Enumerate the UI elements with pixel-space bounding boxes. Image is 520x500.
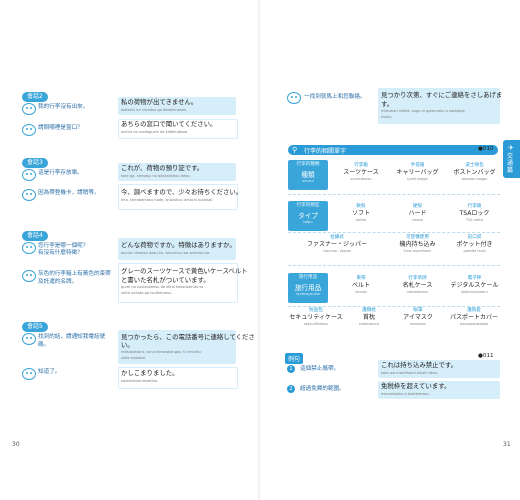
dialog-5-label: 會話5 <box>22 322 48 332</box>
vocab-cell: 硬殼 ハード haado <box>408 204 427 222</box>
airplane-icon: ✈ <box>508 144 514 152</box>
speaker-face-icon <box>22 103 36 115</box>
divider <box>288 232 500 233</box>
dialog-3-label: 會話3 <box>22 158 48 168</box>
speaker-face-icon <box>22 333 36 345</box>
dialog-3-q1: 這是行李存放單。 <box>38 170 83 176</box>
vocab-cell: 拉鍊式 ファスナー・ジッパー fasunaa・jippaa <box>306 235 367 253</box>
vocab-cell: 眼罩 アイマスク aimasuku <box>403 308 433 326</box>
dialog-5-a1-jp: 見つかったら、この電話番号に連絡してくださ <box>121 333 255 341</box>
top-a-jp: 見つかり次第、すぐにご連絡をさしあげま <box>381 91 503 99</box>
dialog-3-q2: 因為帶登機卡，請稍等。 <box>38 190 100 196</box>
cat-rom: ryokouyouhin <box>295 292 321 296</box>
divider <box>288 265 500 266</box>
cat-jp: 旅行用品 <box>294 284 322 292</box>
vocab-cell: 護照套 パスポートカバー pasupootokabaa <box>449 308 498 326</box>
dialog-4-a2-jp2: と書いた名札がついています。 <box>121 276 210 284</box>
cat-rom: taipu <box>303 220 313 224</box>
dialog-2-a2-rom: achira no madoguchi de kiitekudasai. <box>121 130 189 134</box>
speaker-face-icon <box>22 189 36 201</box>
top-q: 一找到就馬上和您聯絡。 <box>304 94 366 100</box>
dialog-4-a2-rom2: kaita nafuda ga tsuiteimasu. <box>121 291 173 295</box>
dialog-2-label: 會話2 <box>22 92 48 102</box>
example-1-rom: kore wa mochikomi kinshi desu. <box>381 371 439 375</box>
speaker-face-icon <box>22 368 36 380</box>
vocab-cell: 護頸枕 首枕 kubimakura <box>359 308 379 326</box>
dialog-4-a2-jp: グレーのスーツケースで黄色いケースベルト <box>121 267 248 275</box>
vocab-title-bar: ⚲ 行李的相關單字 <box>288 145 498 155</box>
vocab-cell: 行李鎖 TSAロック TSA rokku <box>459 204 490 222</box>
speaker-face-icon <box>287 92 301 104</box>
vocab-cell: 行李箱 スーツケース suutsukeesu <box>343 163 379 181</box>
dialog-2-q2: 請問哪裡是窗口？ <box>38 125 83 131</box>
speaker-face-icon <box>22 242 36 254</box>
vocab-cell: 防盜包 セキュリティケース sekyuritikeesu <box>289 308 343 326</box>
category-box-taipu: 行李的類型 タイプ taipu <box>288 201 328 231</box>
vocab-cell: 行李吊牌 名札ケース nafudakeesu <box>402 276 433 294</box>
dialog-2-q1: 我的行李沒有出來。 <box>38 104 89 110</box>
section-side-tab[interactable]: ✈ 交通篇 <box>503 140 520 178</box>
example-1-zh: 這個禁止攜帶。 <box>300 366 340 372</box>
vocab-cell: 波士頓包 ボストンバッグ bosuton baggu <box>453 163 496 181</box>
example-number: 2 <box>287 385 295 393</box>
top-a-jp2: す。 <box>381 100 394 108</box>
side-tab-label: 交通篇 <box>507 153 514 174</box>
dialog-4-q1b: 有沒有什麼特徵？ <box>38 250 83 256</box>
cat-zh: 行李的種類 <box>296 162 320 167</box>
dialog-2-a1-jp: 私の荷物が出てきません。 <box>121 98 198 106</box>
dialog-5-q1b: 碼。 <box>38 342 50 348</box>
top-a-rom: mitsukari shidai, sugu ni gorenraku o sa… <box>381 109 465 113</box>
dialog-5-a1-rom: mitsukattara, kono denwabangou ni renrak… <box>121 350 201 354</box>
example-number: 1 <box>287 365 295 373</box>
magnifier-icon: ⚲ <box>292 146 298 154</box>
dialog-5-a2-jp: かしこまりました。 <box>121 369 179 377</box>
vocab-cell: 束帶 ベルト beruto <box>351 276 370 294</box>
speaker-face-icon <box>22 124 36 136</box>
example-2-jp: 免税枠を超えています。 <box>381 382 451 390</box>
track-011: ●011 <box>478 353 494 359</box>
cat-jp: 種類 <box>301 171 315 179</box>
dialog-4-a2-rom: gurei no suutsukeesu de kiiroi keesuberu… <box>121 285 204 289</box>
vocab-cell: 前口袋 ポケット付き poketto tsuki <box>456 235 493 253</box>
dialog-4-q2b: 及託運的名牌。 <box>38 279 78 285</box>
example-1-jp: これは持ち込み禁止です。 <box>381 361 458 369</box>
dialog-2-a2-jp: あちらの窓口で聞いてください。 <box>121 120 217 128</box>
dialog-4-q2: 灰色的行李箱上有黃色的束帶 <box>38 271 111 277</box>
dialog-4-a1-rom: donna nimotsu desu ka. tokuchou wa arima… <box>121 251 211 255</box>
dialog-5-a1-rom2: shite kudasai. <box>121 356 146 360</box>
category-box-ryokouyouhin: 旅行用品 旅行用品 ryokouyouhin <box>288 273 328 303</box>
dialog-5-q2: 知道了。 <box>38 369 61 375</box>
dialog-4-a1-jp: どんな荷物ですか。特徴はありますか。 <box>121 241 236 249</box>
track-010: ●010 <box>478 146 494 152</box>
right-page-number: 31 <box>503 441 511 448</box>
left-page-number: 30 <box>12 441 20 448</box>
divider <box>288 194 500 195</box>
divider <box>288 306 500 307</box>
dialog-3-a2-rom: ima, shirabemasu node, shoushou omachi k… <box>121 198 214 202</box>
dialog-3-a1-rom: kore ga, nimotsu no azukarishou desu. <box>121 174 191 178</box>
vocab-cell: 軟殼 ソフト sofuto <box>351 204 370 222</box>
dialog-2-a1-rom: watashi no nimotsu ga detekimasen. <box>121 108 188 112</box>
vocab-title: 行李的相關單字 <box>304 148 347 155</box>
vocab-cell: 電子秤 デジタルスケール dejitarusukeeru <box>450 276 499 294</box>
dialog-4-label: 會話4 <box>22 231 48 241</box>
dialog-3-a1-jp: これが、荷物の預り証です。 <box>121 164 204 172</box>
example-label: 例句 <box>285 353 304 364</box>
dialog-5-q1: 找到的話，請通知我電話號 <box>38 334 106 340</box>
dialog-3-a2-jp: 今、調べますので、少々お待ちください。 <box>121 188 243 196</box>
category-box-shurui: 行李的種類 種類 shurui <box>288 160 328 190</box>
example-2-rom: menzeiwaku o koeteimasu. <box>381 392 430 396</box>
cat-rom: shurui <box>302 179 314 183</box>
dialog-5-a1-jp2: い。 <box>121 341 134 349</box>
cat-zh: 旅行用品 <box>298 275 318 280</box>
speaker-face-icon <box>22 270 36 282</box>
speaker-face-icon <box>22 169 36 181</box>
cat-jp: タイプ <box>298 212 318 220</box>
top-a-rom2: masu. <box>381 115 392 119</box>
example-2-zh: 超過免費的範圍。 <box>300 386 345 392</box>
cat-zh: 行李的類型 <box>296 203 320 208</box>
dialog-5-a2-rom: kashikomarimashita. <box>121 379 159 383</box>
vocab-cell: 手提箱 キャリーバッグ kyarii baggu <box>396 163 439 181</box>
vocab-cell: 可登機使用 機内持ち込み kinai mochikomi <box>399 235 436 253</box>
